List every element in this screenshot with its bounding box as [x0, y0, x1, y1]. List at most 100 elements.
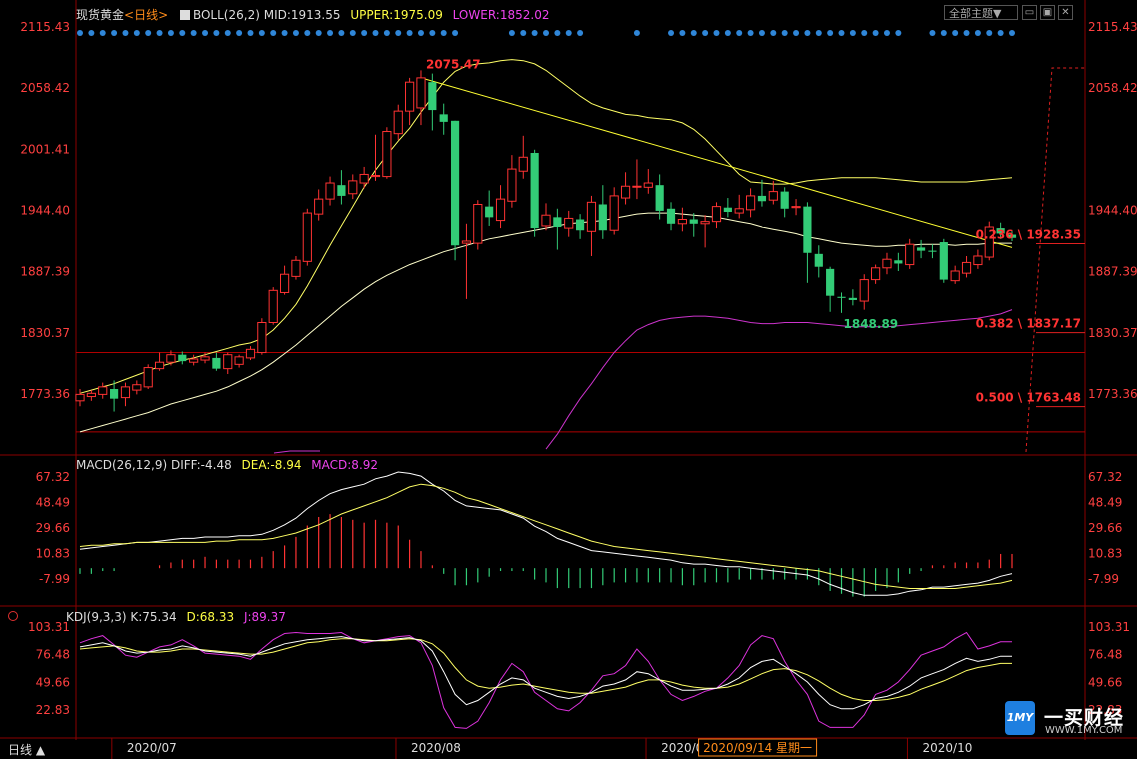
- event-dot: [338, 30, 345, 36]
- candle-body-down: [212, 357, 221, 369]
- candle-body-up: [507, 168, 517, 202]
- event-dot: [292, 30, 299, 36]
- price-tick-right: 2115.43: [1088, 20, 1137, 34]
- boll-lower-line: [545, 309, 1013, 450]
- event-dot: [281, 30, 288, 36]
- event-dot: [247, 30, 254, 36]
- event-dot: [861, 30, 868, 36]
- candle-body-up: [189, 358, 199, 363]
- price-tick-right: 2058.42: [1088, 81, 1137, 95]
- low-price-label: 1848.89: [844, 317, 899, 331]
- price-tick-right: 1944.40: [1088, 203, 1137, 217]
- event-dot: [940, 30, 947, 36]
- event-dot: [883, 30, 890, 36]
- candle-body-up: [382, 131, 392, 178]
- macd-tick-left: 48.49: [36, 496, 70, 510]
- macd-tick-right: 67.32: [1088, 470, 1122, 484]
- kdj-tick-left: 49.66: [36, 675, 70, 689]
- event-dot: [145, 30, 152, 36]
- event-dot: [963, 30, 970, 36]
- candle-body-up: [370, 175, 381, 178]
- candle-body-up: [86, 392, 96, 398]
- event-dot: [531, 30, 538, 36]
- candle-body-up: [643, 182, 653, 188]
- candle-body-down: [439, 114, 448, 122]
- event-dot: [952, 30, 959, 36]
- candle-body-up: [871, 267, 881, 281]
- time-tick-label: 2020/10: [923, 741, 973, 755]
- candle-body-up: [495, 198, 506, 222]
- candle-body-down: [837, 296, 846, 298]
- candle-body-up: [711, 206, 722, 223]
- event-dot: [258, 30, 265, 36]
- kdj-title: KDJ(9,3,3): [66, 610, 127, 624]
- candle-body-up: [859, 279, 869, 302]
- candle-body-up: [98, 386, 108, 395]
- event-dot: [361, 30, 368, 36]
- candle-body-down: [723, 207, 732, 212]
- kdj-tick-right: 76.48: [1088, 648, 1122, 662]
- candle-body-up: [950, 270, 960, 282]
- candle-body-up: [325, 182, 335, 200]
- event-dot: [929, 30, 936, 36]
- event-dot: [679, 30, 686, 36]
- right-axis-marker: [1086, 140, 1137, 154]
- theme-selector-button[interactable]: 全部主题▼: [944, 5, 1018, 20]
- candle-body-up: [620, 185, 631, 199]
- macd-tick-left: -7.99: [39, 572, 70, 586]
- candle-body-down: [928, 250, 937, 252]
- event-dot: [406, 30, 413, 36]
- candle-body-up: [291, 259, 301, 277]
- macd-header: MACD(26,12,9) DIFF:-4.48 DEA:-8.94 MACD:…: [76, 458, 378, 472]
- macd-tick-right: 48.49: [1088, 496, 1122, 510]
- price-tick-left: 1887.39: [20, 265, 70, 279]
- boll-toggle-icon[interactable]: [179, 10, 190, 20]
- macd-macd-value: MACD:8.92: [311, 458, 379, 472]
- kdj-tick-right: 49.66: [1088, 675, 1122, 689]
- event-dot: [633, 30, 640, 36]
- kdj-settings-icon[interactable]: [8, 611, 18, 621]
- close-icon[interactable]: ✕: [1058, 5, 1073, 20]
- macd-diff-value: DIFF:-4.48: [170, 458, 232, 472]
- kdj-k-line: [79, 636, 1012, 710]
- event-dot: [668, 30, 675, 36]
- event-dot: [190, 30, 197, 36]
- candle-body-up: [132, 384, 142, 391]
- event-dot: [758, 30, 765, 36]
- event-dot: [270, 30, 277, 36]
- event-dot: [156, 30, 163, 36]
- event-dot: [974, 30, 981, 36]
- instrument-name: 现货黄金: [76, 8, 125, 22]
- event-dot: [543, 30, 549, 36]
- period-link[interactable]: <日线>: [124, 8, 168, 22]
- event-dot: [327, 30, 334, 36]
- minimize-icon[interactable]: ▭: [1022, 5, 1037, 20]
- event-dot: [986, 30, 993, 36]
- candle-body-up: [234, 356, 244, 365]
- event-dot: [804, 30, 811, 36]
- event-dot: [77, 30, 83, 36]
- macd-title: MACD(26,12,9): [76, 458, 168, 472]
- price-tick-left: 1773.36: [20, 387, 70, 401]
- kdj-d-line: [79, 638, 1012, 701]
- event-dot: [417, 30, 424, 36]
- candle-body-up: [609, 195, 619, 231]
- event-dot: [440, 30, 447, 36]
- brand-logo-icon: 1MY: [1005, 701, 1035, 735]
- event-dot: [304, 30, 311, 36]
- restore-icon[interactable]: ▣: [1040, 5, 1055, 20]
- kdj-d-value: D:68.33: [186, 610, 235, 624]
- kdj-k-value: K:75.34: [130, 610, 177, 624]
- event-dot: [781, 30, 788, 36]
- candle-body-up: [223, 354, 233, 370]
- chart-canvas[interactable]: 2115.432115.432058.422058.422001.412001.…: [0, 0, 1137, 759]
- period-tab[interactable]: 日线 ▲: [8, 741, 45, 758]
- candle-body-down: [576, 219, 585, 231]
- candle-body-up: [268, 289, 278, 324]
- price-tick-right: 1773.36: [1088, 387, 1137, 401]
- candle-body-down: [553, 217, 562, 228]
- candle-body-down: [110, 389, 119, 399]
- event-dot: [167, 30, 174, 36]
- fib-level-label: 0.382 \ 1837.17: [976, 317, 1081, 331]
- event-dot: [395, 30, 402, 36]
